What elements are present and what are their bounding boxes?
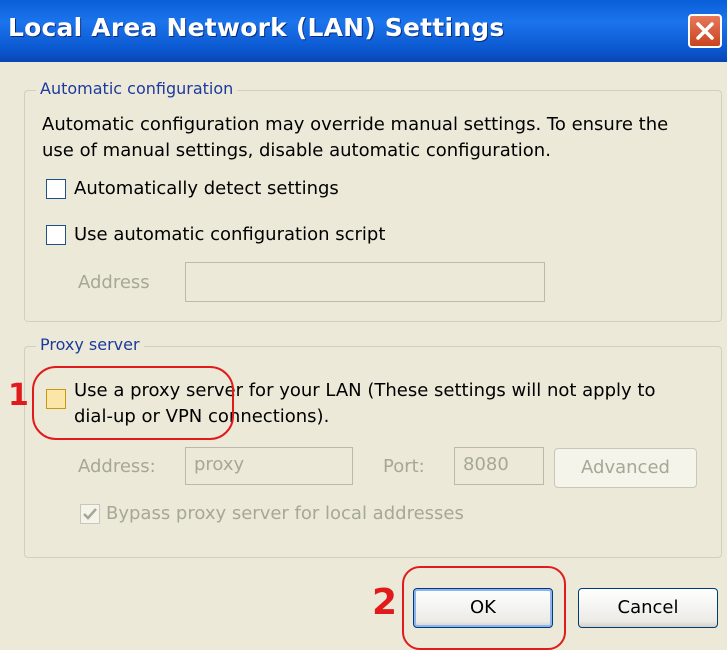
step-2-highlight — [402, 566, 566, 650]
close-button[interactable] — [688, 14, 722, 48]
bypass-local-label[interactable]: Bypass proxy server for local addresses — [106, 503, 464, 524]
auto-script-checkbox[interactable] — [46, 225, 66, 245]
script-address-label: Address — [78, 272, 150, 293]
cancel-button[interactable]: Cancel — [578, 588, 718, 628]
proxy-address-input[interactable]: proxy — [185, 447, 353, 485]
close-icon — [696, 22, 714, 40]
title-bar[interactable]: Local Area Network (LAN) Settings — [0, 0, 727, 62]
proxy-server-group-title: Proxy server — [36, 335, 144, 354]
auto-detect-label[interactable]: Automatically detect settings — [74, 178, 339, 199]
step-1-marker: 1 — [8, 378, 29, 413]
window-title: Local Area Network (LAN) Settings — [8, 13, 505, 42]
proxy-port-input[interactable]: 8080 — [454, 447, 544, 485]
checkmark-icon — [83, 508, 97, 520]
auto-config-description-line1: Automatic configuration may override man… — [42, 114, 669, 135]
auto-config-group-title: Automatic configuration — [36, 79, 238, 98]
proxy-address-label: Address: — [78, 456, 156, 477]
proxy-port-label: Port: — [383, 456, 425, 477]
auto-detect-checkbox[interactable] — [46, 179, 66, 199]
auto-config-description-line2: use of manual settings, disable automati… — [42, 140, 551, 161]
step-2-marker: 2 — [372, 582, 398, 623]
step-1-highlight — [32, 366, 234, 440]
auto-script-label[interactable]: Use automatic configuration script — [74, 224, 385, 245]
bypass-local-checkbox[interactable] — [80, 504, 100, 524]
advanced-button[interactable]: Advanced — [554, 448, 697, 488]
script-address-input[interactable] — [185, 262, 545, 302]
